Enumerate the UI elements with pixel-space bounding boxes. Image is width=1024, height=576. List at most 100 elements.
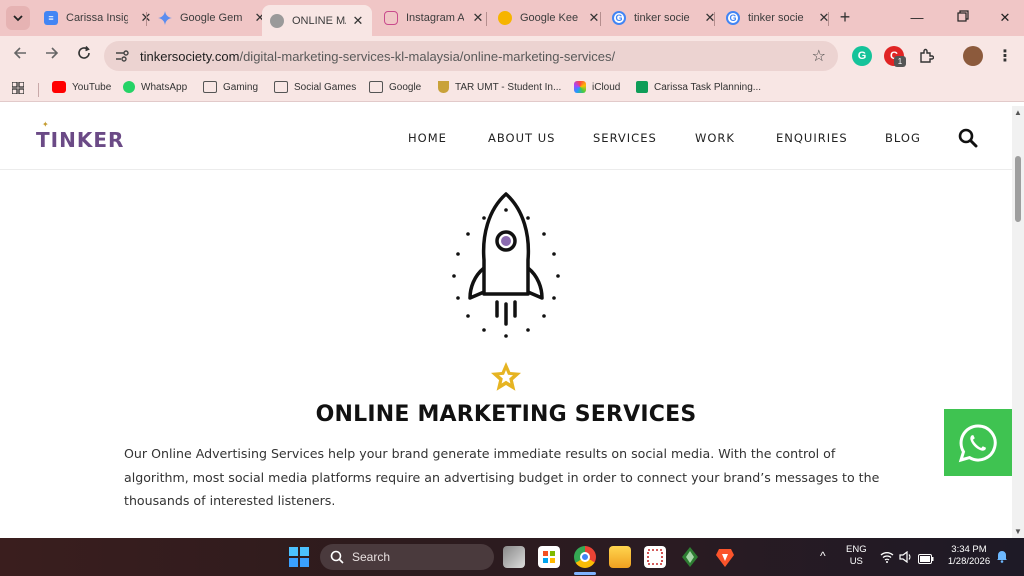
taskbar-search[interactable]: Search <box>320 544 494 570</box>
whatsapp-chat-button[interactable] <box>944 409 1012 476</box>
wifi-icon[interactable] <box>880 550 894 568</box>
bookmark-star-icon[interactable]: ☆ <box>812 46 826 66</box>
bookmark-label: Social Games <box>294 81 357 93</box>
chevron-up-icon[interactable]: ^ <box>820 549 826 563</box>
battery-icon[interactable] <box>918 551 934 569</box>
tab-3-active[interactable]: ONLINE MA ✕ <box>262 5 372 36</box>
bookmark-folder-gaming[interactable]: Gaming <box>203 81 258 93</box>
tab-6[interactable]: G tinker socie ✕ <box>604 5 724 31</box>
bookmark-carissa-task[interactable]: Carissa Task Planning... <box>636 81 761 93</box>
nav-blog[interactable]: BLOG <box>885 131 921 145</box>
language-code: ENG <box>846 544 867 555</box>
nav-about-us[interactable]: ABOUT US <box>488 131 555 145</box>
bookmark-youtube[interactable]: YouTube <box>52 81 111 93</box>
browser-toolbar: tinkersociety.com/digital-marketing-serv… <box>0 36 1024 76</box>
restore-icon <box>957 10 969 22</box>
minimize-button[interactable]: — <box>906 8 928 28</box>
active-app-indicator <box>574 572 596 575</box>
tab-divider <box>146 12 147 26</box>
microsoft-store-icon[interactable] <box>538 546 560 568</box>
tab-5[interactable]: Google Kee ✕ <box>490 5 608 31</box>
site-logo[interactable]: ✦ TINKER <box>36 120 124 152</box>
close-icon[interactable]: ✕ <box>352 13 364 29</box>
search-icon[interactable] <box>958 128 978 148</box>
url-path: /digital-marketing-services-kl-malaysia/… <box>239 49 616 64</box>
profile-avatar[interactable] <box>963 46 983 66</box>
tab-title: Instagram A <box>406 12 464 24</box>
clock-time: 3:34 PM <box>951 544 987 555</box>
nav-enquiries[interactable]: ENQUIRIES <box>776 131 848 145</box>
site-info-icon[interactable] <box>114 48 130 64</box>
sheets-icon <box>636 81 648 93</box>
scroll-up-icon[interactable]: ▲ <box>1014 108 1022 117</box>
more-menu-icon[interactable]: ⋮ <box>995 46 1015 66</box>
bookmarks-bar: YouTube WhatsApp Gaming Social Games Goo… <box>0 76 1024 102</box>
restore-button[interactable] <box>952 8 974 28</box>
nav-work[interactable]: WORK <box>695 131 735 145</box>
bookmark-label: YouTube <box>72 81 112 93</box>
icloud-icon <box>574 81 586 93</box>
gemini-icon <box>158 11 172 25</box>
folder-icon <box>369 81 383 93</box>
chrome-icon[interactable] <box>574 546 596 568</box>
windows-start-icon[interactable] <box>289 547 309 567</box>
tab-search-button[interactable] <box>6 6 30 30</box>
google-icon: G <box>612 11 626 25</box>
forward-button[interactable] <box>42 46 62 66</box>
youtube-icon <box>52 81 66 93</box>
extensions-puzzle-icon[interactable] <box>916 46 936 66</box>
snipping-tool-icon[interactable] <box>644 546 666 568</box>
language-indicator[interactable]: ENG US <box>846 544 867 568</box>
bookmark-label: Carissa Task Planning... <box>654 81 762 93</box>
logo-sparkle-icon: ✦ <box>42 120 50 129</box>
volume-icon[interactable] <box>899 550 913 568</box>
instagram-icon <box>384 11 398 25</box>
tab-7[interactable]: G tinker socie ✕ <box>718 5 838 31</box>
bookmark-whatsapp[interactable]: WhatsApp <box>123 81 187 93</box>
bookmark-folder-google[interactable]: Google <box>369 81 421 93</box>
close-window-button[interactable]: ✕ <box>994 8 1016 28</box>
tab-title: Carissa Insig <box>66 12 128 24</box>
task-view-icon[interactable] <box>503 546 525 568</box>
clock[interactable]: 3:34 PM 1/28/2026 <box>944 544 994 568</box>
tab-divider <box>714 12 715 26</box>
notification-bell-icon[interactable] <box>996 549 1008 568</box>
close-icon[interactable]: ✕ <box>472 10 484 26</box>
close-icon[interactable]: ✕ <box>588 10 600 26</box>
whatsapp-icon <box>123 81 135 93</box>
tab-1[interactable]: ≡ Carissa Insig ✕ <box>36 5 160 31</box>
bookmark-folder-social-games[interactable]: Social Games <box>274 81 356 93</box>
region-code: US <box>849 556 863 567</box>
new-tab-button[interactable]: + <box>834 6 856 28</box>
address-bar[interactable]: tinkersociety.com/digital-marketing-serv… <box>104 41 838 71</box>
url-text: tinkersociety.com/digital-marketing-serv… <box>140 49 615 64</box>
whatsapp-icon <box>958 423 997 462</box>
brave-browser-icon[interactable] <box>714 546 736 568</box>
folder-icon <box>274 81 288 93</box>
tarumt-icon <box>438 81 449 93</box>
page-scrollbar[interactable]: ▲ ▼ <box>1012 106 1024 538</box>
tab-4[interactable]: Instagram A ✕ <box>376 5 492 31</box>
intro-paragraph: Our Online Advertising Services help you… <box>124 446 880 508</box>
search-label: Search <box>352 550 391 564</box>
app-icon-green[interactable] <box>679 546 701 568</box>
google-keep-icon <box>498 11 512 25</box>
reload-button[interactable] <box>74 45 94 66</box>
globe-icon <box>270 13 284 28</box>
scroll-down-icon[interactable]: ▼ <box>1014 527 1022 536</box>
tab-title: tinker socie <box>634 12 690 24</box>
bookmark-tarumt[interactable]: TAR UMT - Student In... <box>438 81 561 93</box>
arrow-right-icon <box>46 47 59 59</box>
bookmark-icloud[interactable]: iCloud <box>574 81 620 93</box>
apps-grid-icon[interactable] <box>12 82 24 94</box>
nav-services[interactable]: SERVICES <box>593 131 657 145</box>
bookmark-label: TAR UMT - Student In... <box>455 81 562 93</box>
file-explorer-icon[interactable] <box>609 546 631 568</box>
tab-2[interactable]: Google Gem ✕ <box>150 5 274 31</box>
grammarly-icon[interactable]: G <box>852 46 872 66</box>
nav-home[interactable]: HOME <box>408 131 447 145</box>
tab-title: Google Gem <box>180 12 242 24</box>
scroll-thumb[interactable] <box>1015 156 1021 222</box>
bookmark-label: Google <box>389 81 422 93</box>
back-button[interactable] <box>10 46 30 66</box>
